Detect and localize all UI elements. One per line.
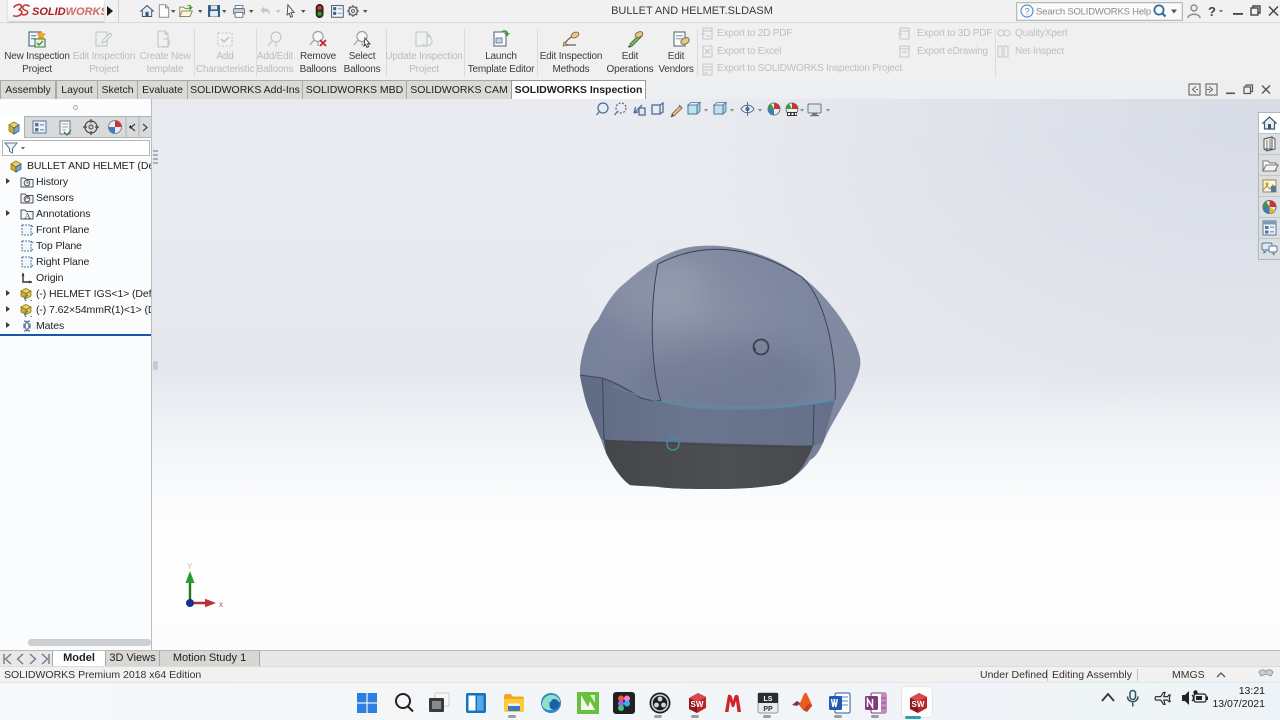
svg-text:x: x (219, 600, 223, 609)
svg-text:A: A (24, 211, 31, 221)
svg-text:?: ? (1024, 7, 1029, 17)
svg-text:SW: SW (691, 700, 704, 709)
svg-text:SW: SW (912, 700, 925, 709)
svg-text:Search SOLIDWORKS Help: Search SOLIDWORKS Help (1036, 7, 1151, 18)
svg-text:PP: PP (763, 706, 773, 713)
svg-text:?: ? (1208, 4, 1216, 19)
svg-text:SOLIDWORKS: SOLIDWORKS (32, 6, 104, 18)
svg-text:Y: Y (187, 562, 193, 571)
svg-text:LS: LS (764, 696, 773, 703)
